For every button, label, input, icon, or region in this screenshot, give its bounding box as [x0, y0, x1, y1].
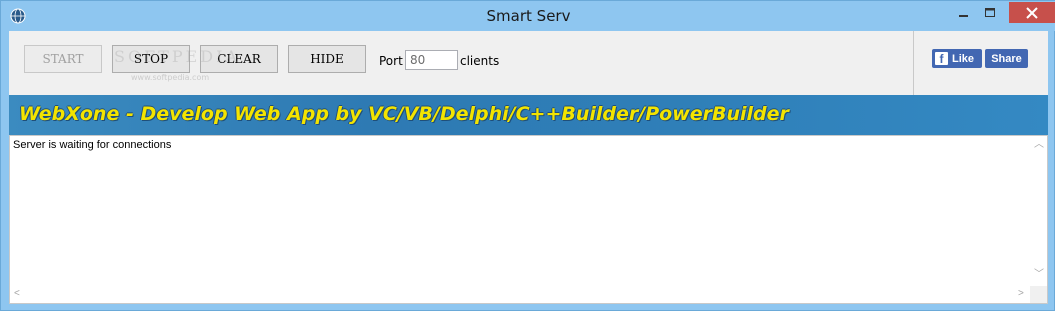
banner-text: WebXone - Develop Web App by VC/VB/Delph…: [19, 103, 789, 125]
toolbar: START STOP CLEAR HIDE SOFTPEDIA www.soft…: [9, 31, 1048, 95]
clear-button[interactable]: CLEAR: [200, 45, 278, 73]
scrollbar-corner: [1030, 286, 1047, 303]
scroll-down-icon[interactable]: ﹀: [1034, 270, 1044, 280]
webxone-banner[interactable]: WebXone - Develop Web App by VC/VB/Delph…: [9, 95, 1048, 135]
title-bar[interactable]: Smart Serv: [1, 1, 1055, 31]
horizontal-scrollbar[interactable]: < >: [10, 286, 1032, 303]
start-button[interactable]: START: [24, 45, 102, 73]
minimize-icon: [959, 14, 968, 17]
facebook-like-button[interactable]: f Like: [932, 49, 982, 68]
clients-label: clients: [460, 54, 500, 68]
log-textarea[interactable]: Server is waiting for connections ︿ ﹀ < …: [9, 135, 1048, 304]
minimize-button[interactable]: [951, 2, 977, 23]
facebook-icon: f: [935, 52, 948, 66]
port-label: Port: [379, 54, 403, 68]
banner-brand: WebXone: [19, 103, 120, 125]
banner-tagline: - Develop Web App by VC/VB/Delphi/C++Bui…: [119, 103, 789, 125]
facebook-share-button[interactable]: Share: [985, 49, 1028, 68]
port-input[interactable]: [405, 50, 458, 70]
vertical-scrollbar[interactable]: ︿ ﹀: [1030, 136, 1047, 287]
watermark-url: www.softpedia.com: [131, 73, 210, 82]
scroll-right-icon[interactable]: >: [1018, 289, 1024, 299]
toolbar-divider: [913, 31, 914, 95]
log-line: Server is waiting for connections: [13, 139, 172, 151]
app-window: Smart Serv START STOP CLEAR HIDE SOFTPED…: [0, 0, 1055, 311]
stop-button[interactable]: STOP: [112, 45, 190, 73]
close-button[interactable]: [1009, 2, 1055, 23]
like-label: Like: [952, 52, 975, 65]
hide-button[interactable]: HIDE: [288, 45, 366, 73]
maximize-icon: [985, 7, 995, 17]
window-title: Smart Serv: [486, 7, 571, 25]
scroll-left-icon[interactable]: <: [14, 289, 20, 299]
close-icon: [1026, 6, 1038, 19]
scroll-up-icon[interactable]: ︿: [1034, 140, 1044, 150]
maximize-button[interactable]: [977, 2, 1003, 23]
client-area: START STOP CLEAR HIDE SOFTPEDIA www.soft…: [9, 31, 1048, 304]
